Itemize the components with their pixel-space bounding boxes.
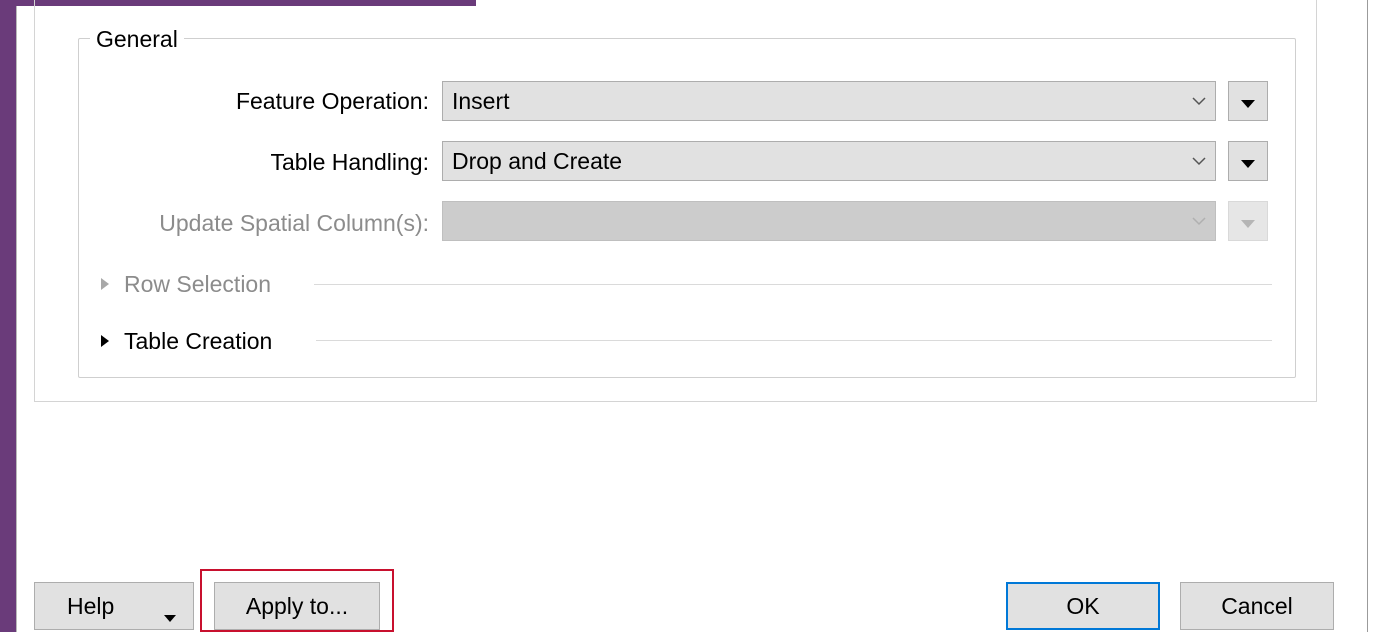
ok-button[interactable]: OK xyxy=(1006,582,1160,630)
ok-button-label: OK xyxy=(1066,592,1100,619)
table-handling-value: Drop and Create xyxy=(452,148,623,174)
feature-operation-value: Insert xyxy=(452,88,510,114)
table-creation-label: Table Creation xyxy=(124,328,273,354)
chevron-down-icon xyxy=(1183,202,1215,240)
triangle-down-icon xyxy=(1241,88,1255,115)
cancel-button-label: Cancel xyxy=(1221,592,1293,619)
chevron-down-icon xyxy=(1183,142,1215,180)
row-selection-label: Row Selection xyxy=(124,271,272,297)
triangle-right-icon xyxy=(100,329,124,353)
update-spatial-columns-select[interactable] xyxy=(442,201,1216,241)
dialog-right-edge xyxy=(1367,0,1381,632)
table-creation-divider xyxy=(316,340,1272,341)
table-handling-menu-button[interactable] xyxy=(1228,141,1268,181)
table-handling-select[interactable]: Drop and Create xyxy=(442,141,1216,181)
chevron-down-icon xyxy=(1183,82,1215,120)
feature-operation-menu-button[interactable] xyxy=(1228,81,1268,121)
background-window-edge xyxy=(0,0,16,632)
apply-to-highlight xyxy=(200,569,394,632)
cancel-button[interactable]: Cancel xyxy=(1180,582,1334,630)
table-creation-section[interactable]: Table Creation xyxy=(100,326,278,356)
feature-operation-label: Feature Operation: xyxy=(235,88,429,114)
help-button-label: Help xyxy=(67,592,115,619)
feature-operation-select[interactable]: Insert xyxy=(442,81,1216,121)
triangle-right-icon xyxy=(100,272,124,296)
update-spatial-columns-label: Update Spatial Column(s): xyxy=(159,210,429,236)
row-selection-divider xyxy=(314,284,1272,285)
triangle-down-icon xyxy=(1241,148,1255,175)
triangle-down-icon[interactable] xyxy=(164,602,176,629)
triangle-down-icon xyxy=(1241,208,1255,235)
table-handling-label: Table Handling: xyxy=(270,149,429,175)
row-selection-section[interactable]: Row Selection xyxy=(100,269,277,299)
general-groupbox-title: General xyxy=(90,26,184,52)
update-spatial-columns-menu-button[interactable] xyxy=(1228,201,1268,241)
